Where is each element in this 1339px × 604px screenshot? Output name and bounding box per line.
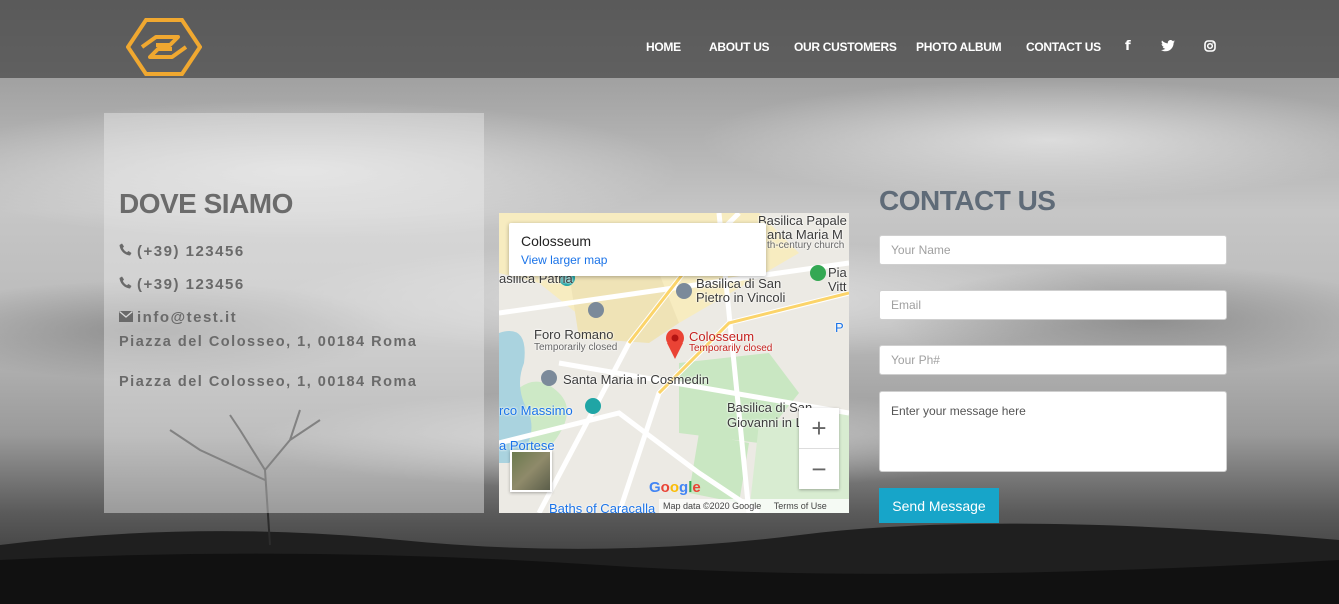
location-title: DOVE SIAMO [119, 188, 293, 219]
email-line: info@test.it [119, 309, 237, 326]
nav-about-us[interactable]: ABOUT US [709, 40, 770, 54]
map-satellite-toggle[interactable] [510, 450, 552, 492]
map-label-vitt: Vitt [828, 279, 847, 294]
terms-of-use-link[interactable]: Terms of Use [774, 501, 827, 511]
map-label-colosseum: Colosseum [689, 329, 755, 344]
map-label-cosmedin: Santa Maria in Cosmedin [563, 372, 709, 387]
nav-home[interactable]: HOME [646, 40, 681, 54]
map-label-century-church: th-century church [767, 240, 845, 251]
nav-photo-album[interactable]: PHOTO ALBUM [916, 40, 1002, 54]
address-1: Piazza del Colosseo, 1, 00184 Roma [119, 334, 418, 350]
view-larger-map-link[interactable]: View larger map [521, 253, 607, 267]
map-label-p: P [835, 320, 844, 335]
map-label-piazza: Pia [828, 265, 847, 280]
twitter-icon[interactable] [1161, 40, 1175, 52]
map-label-san-pietro-1: Basilica di San [696, 276, 782, 291]
map-data-text: Map data ©2020 Google [663, 501, 762, 511]
zoom-out-button[interactable]: − [799, 449, 839, 489]
envelope-icon [119, 309, 137, 326]
header-bar: HOME ABOUT US OUR CUSTOMERS PHOTO ALBUM … [0, 0, 1339, 78]
nav-our-customers[interactable]: OUR CUSTOMERS [794, 40, 897, 54]
map-attribution: Map data ©2020 Google Terms of Use [659, 499, 849, 513]
email-address[interactable]: info@test.it [137, 309, 237, 326]
phone-icon [119, 276, 137, 293]
message-textarea[interactable] [879, 391, 1227, 472]
email-input[interactable] [879, 290, 1227, 320]
phone-line-1: (+39) 123456 [119, 243, 245, 260]
map-label-san-pietro-2: Pietro in Vincoli [696, 290, 786, 305]
map-label-baths: Baths of Caracalla [549, 501, 656, 513]
logo-icon[interactable] [126, 17, 202, 77]
phone-input[interactable] [879, 345, 1227, 375]
name-input[interactable] [879, 235, 1227, 265]
contact-title: CONTACT US [879, 185, 1056, 216]
phone-1[interactable]: (+39) 123456 [137, 243, 245, 260]
map-label-circo-massimo: rco Massimo [499, 403, 573, 418]
map-label-basilica-papale: Basilica Papale [758, 213, 847, 228]
phone-icon [119, 243, 137, 260]
phone-line-2: (+39) 123456 [119, 276, 245, 293]
zoom-in-button[interactable]: + [799, 408, 839, 448]
nav-contact-us[interactable]: CONTACT US [1026, 40, 1101, 54]
map-place-title: Colosseum [521, 233, 592, 249]
map-label-foro-closed: Temporarily closed [534, 342, 618, 353]
map-label-colosseum-closed: Temporarily closed [689, 343, 773, 354]
google-map[interactable]: Basilica Papale anta Maria M th-century … [499, 213, 849, 513]
map-zoom-control: + − [799, 408, 839, 489]
address-2: Piazza del Colosseo, 1, 00184 Roma [119, 374, 418, 390]
location-panel: DOVE SIAMO (+39) 123456 (+39) 123456 inf… [104, 113, 484, 513]
google-logo: Google [649, 479, 701, 496]
map-info-window: Colosseum View larger map [509, 223, 766, 276]
facebook-icon[interactable]: f [1125, 39, 1131, 54]
phone-2[interactable]: (+39) 123456 [137, 276, 245, 293]
instagram-icon[interactable] [1204, 40, 1216, 52]
map-label-foro-romano: Foro Romano [534, 327, 614, 342]
send-message-button[interactable]: Send Message [879, 488, 999, 523]
